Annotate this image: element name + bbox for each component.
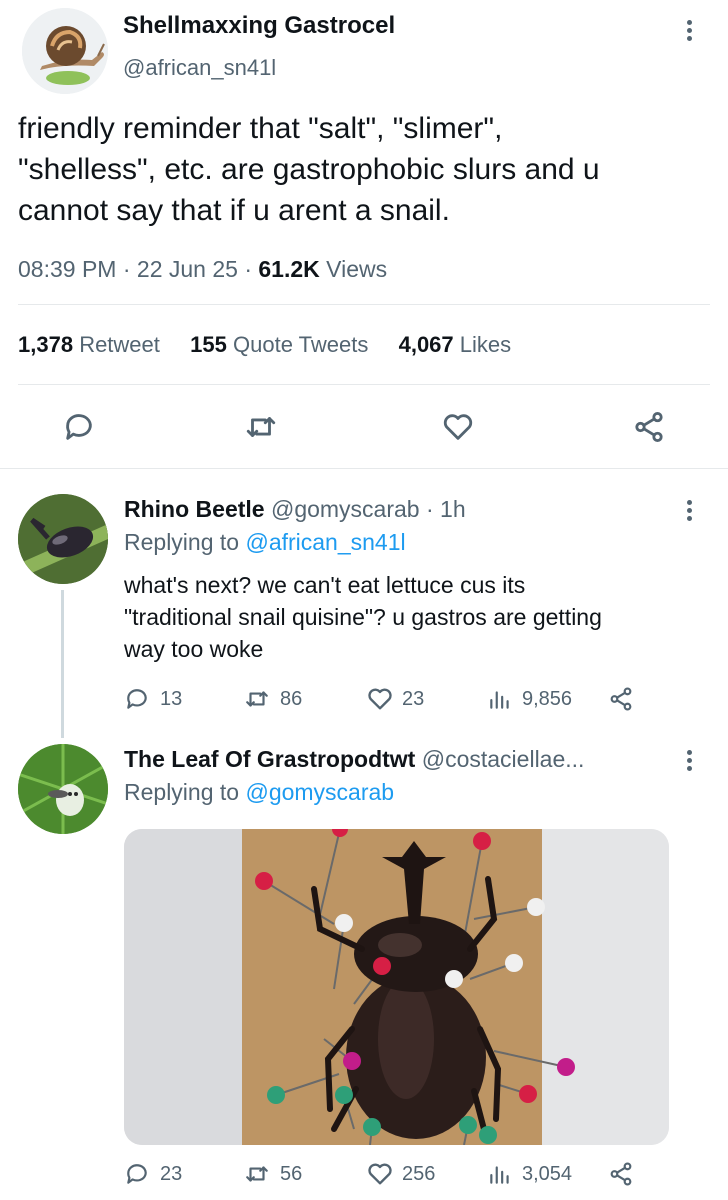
reply-icon[interactable] bbox=[124, 686, 150, 712]
avatar[interactable] bbox=[18, 744, 108, 834]
reply-time[interactable]: 1h bbox=[440, 496, 466, 522]
retweet-icon[interactable] bbox=[243, 410, 279, 444]
tweet-text-line-3: cannot say that if u arent a snail. bbox=[18, 194, 450, 227]
like-count: 23 bbox=[402, 688, 425, 710]
divider bbox=[18, 384, 710, 385]
reply-header: The Leaf Of Grastropodtwt @costaciellae.… bbox=[124, 746, 584, 773]
views-count: 61.2K bbox=[258, 256, 320, 282]
tweet-text-line-2: "shelless", etc. are gastrophobic slurs … bbox=[18, 153, 600, 186]
leaf-avatar-image bbox=[18, 744, 108, 834]
views-label: Views bbox=[326, 256, 388, 282]
retweet-icon[interactable] bbox=[243, 1161, 271, 1187]
tweet-time: 08:39 PM bbox=[18, 256, 117, 282]
author-name[interactable]: Rhino Beetle bbox=[124, 496, 265, 522]
author-name[interactable]: Shellmaxxing Gastrocel bbox=[123, 12, 395, 40]
reply-icon[interactable] bbox=[124, 1161, 150, 1187]
thread-line bbox=[61, 590, 64, 738]
tweet-date: 22 Jun 25 bbox=[136, 256, 238, 282]
tweet-meta: 08:39 PM · 22 Jun 25 · 61.2K Views bbox=[18, 256, 388, 282]
author-handle[interactable]: @gomyscarab bbox=[271, 496, 420, 522]
views-icon[interactable] bbox=[487, 1161, 513, 1187]
quotes-stat[interactable]: 155 Quote Tweets bbox=[190, 332, 368, 357]
more-icon[interactable] bbox=[687, 500, 693, 524]
replying-to: Replying to @gomyscarab bbox=[124, 779, 395, 805]
author-handle[interactable]: @costaciellae... bbox=[422, 746, 585, 772]
tweet-text: friendly reminder that "salt", "slimer",… bbox=[18, 108, 600, 231]
beetle-photo-image bbox=[124, 829, 669, 1145]
retweet-count: 86 bbox=[280, 688, 303, 710]
reply-text: what's next? we can't eat lettuce cus it… bbox=[124, 569, 602, 665]
share-icon[interactable] bbox=[608, 686, 634, 712]
author-name[interactable]: The Leaf Of Grastropodtwt bbox=[124, 746, 415, 772]
retweet-count: 56 bbox=[280, 1163, 303, 1185]
more-icon[interactable] bbox=[687, 20, 693, 44]
tweet-text-line-1: friendly reminder that "salt", "slimer", bbox=[18, 112, 503, 145]
views-icon[interactable] bbox=[487, 686, 513, 712]
author-handle[interactable]: @african_sn41l bbox=[123, 55, 276, 81]
reply-text-line-2: "traditional snail quisine"? u gastros a… bbox=[124, 604, 602, 630]
view-count: 9,856 bbox=[522, 688, 573, 710]
reply-text-line-3: way too woke bbox=[124, 636, 264, 662]
replying-to-link[interactable]: @african_sn41l bbox=[245, 529, 405, 555]
snail-avatar-image bbox=[22, 8, 108, 94]
replying-to: Replying to @african_sn41l bbox=[124, 529, 406, 555]
reply-icon[interactable] bbox=[62, 410, 96, 444]
reply-count: 13 bbox=[160, 688, 183, 710]
heart-icon[interactable] bbox=[441, 410, 475, 444]
likes-stat[interactable]: 4,067 Likes bbox=[399, 332, 512, 357]
share-icon[interactable] bbox=[632, 410, 666, 444]
retweet-icon[interactable] bbox=[243, 686, 271, 712]
engagement-stats: 1,378 Retweet 155 Quote Tweets 4,067 Lik… bbox=[18, 332, 511, 358]
retweets-stat[interactable]: 1,378 Retweet bbox=[18, 332, 160, 357]
tweet-photo[interactable] bbox=[124, 829, 669, 1145]
avatar[interactable] bbox=[18, 494, 108, 584]
heart-icon[interactable] bbox=[366, 1160, 394, 1188]
more-icon[interactable] bbox=[687, 750, 693, 774]
avatar[interactable] bbox=[22, 8, 108, 94]
replying-to-link[interactable]: @gomyscarab bbox=[245, 779, 394, 805]
reply-count: 23 bbox=[160, 1163, 183, 1185]
divider bbox=[18, 304, 710, 305]
reply-text-line-1: what's next? we can't eat lettuce cus it… bbox=[124, 572, 526, 598]
view-count: 3,054 bbox=[522, 1163, 573, 1185]
heart-icon[interactable] bbox=[366, 685, 394, 713]
share-icon[interactable] bbox=[608, 1161, 634, 1187]
reply-header: Rhino Beetle @gomyscarab · 1h bbox=[124, 496, 466, 522]
like-count: 256 bbox=[402, 1163, 436, 1185]
section-divider bbox=[0, 468, 728, 469]
beetle-avatar-image bbox=[18, 494, 108, 584]
